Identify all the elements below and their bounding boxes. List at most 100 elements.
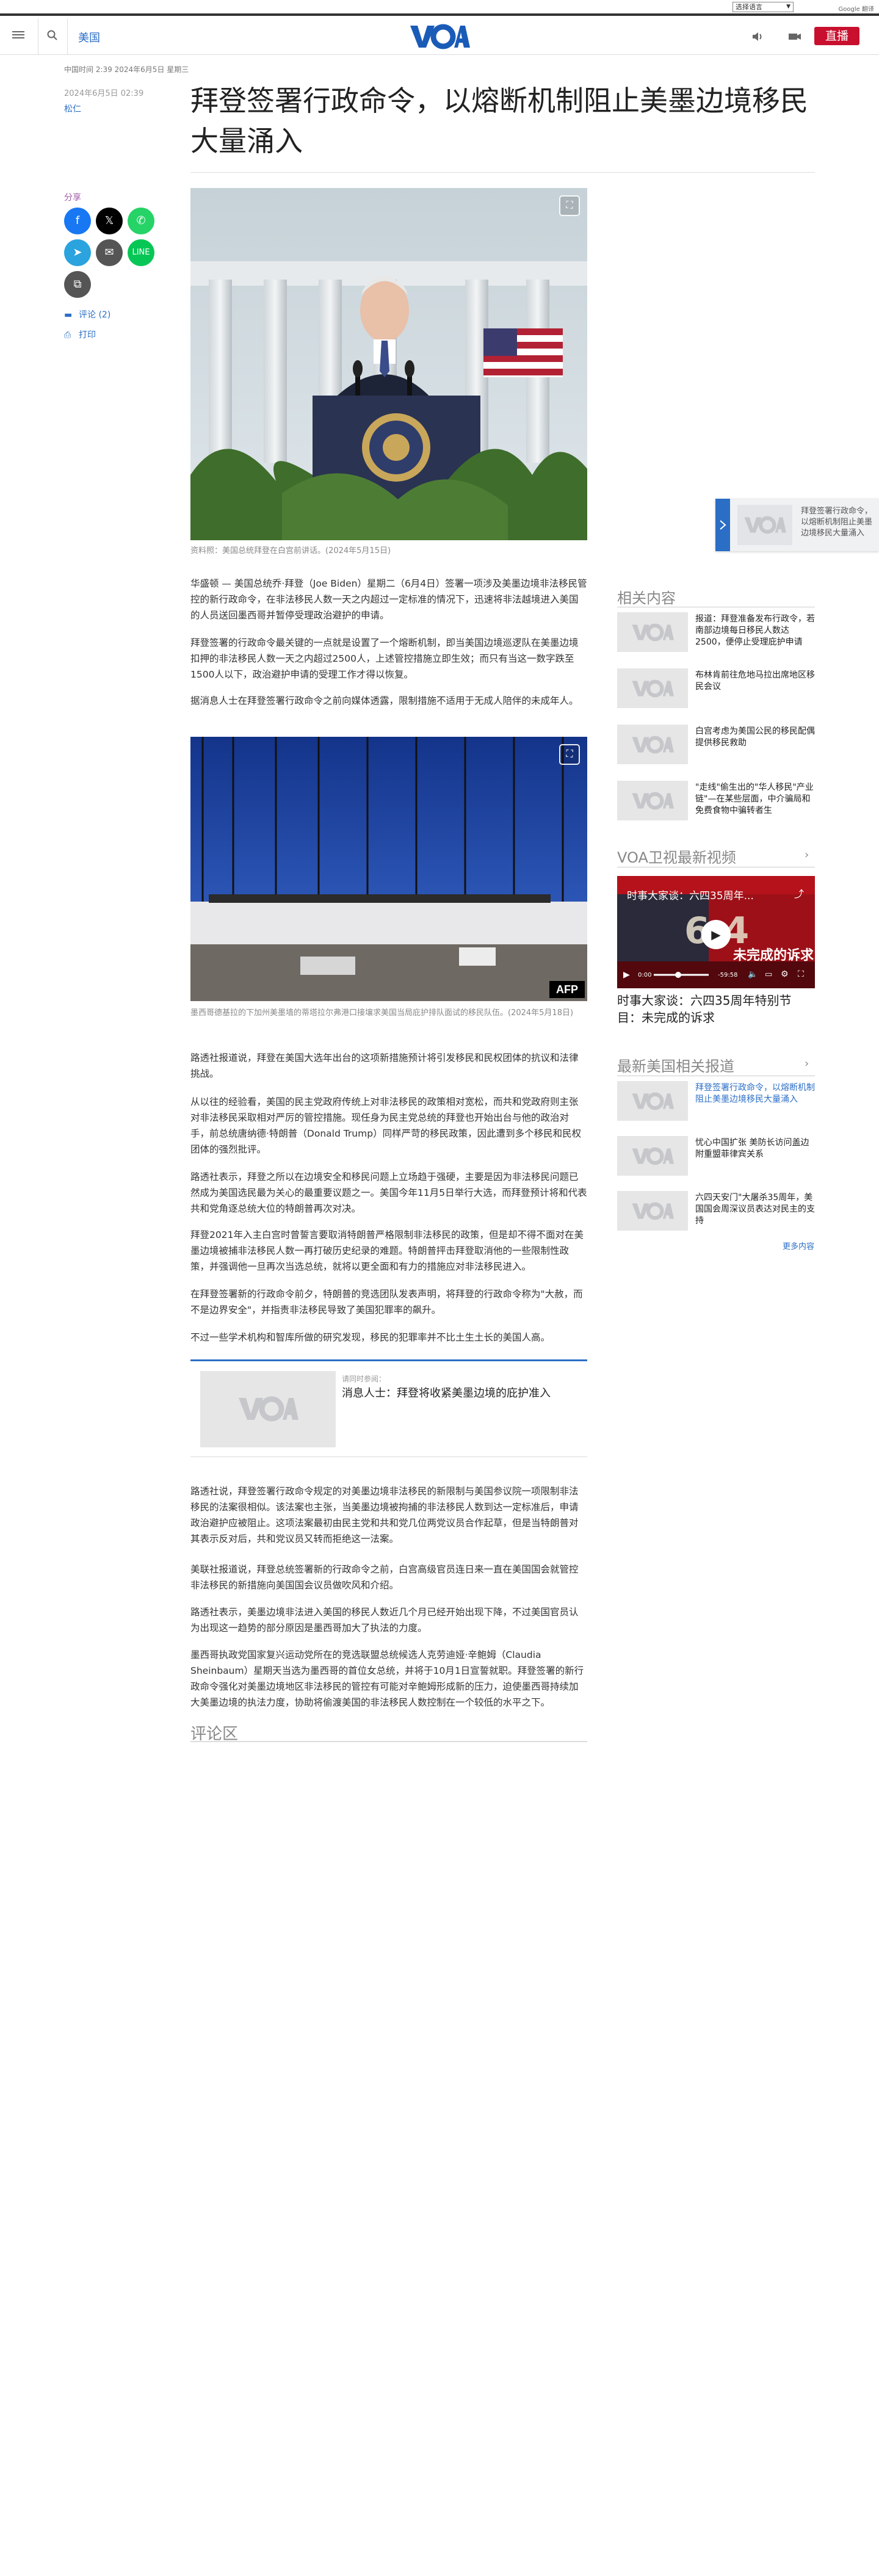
latest-item-title[interactable]: 六四天安门"大屠杀35周年，美国国会周深议员表达对民主的支持: [695, 1192, 815, 1227]
captions-icon[interactable]: ▭: [765, 970, 772, 979]
related-item[interactable]: 布林肯前往危地马拉出席地区移民会议: [617, 668, 815, 717]
article-paragraph: 墨西哥执政党国家复兴运动党所在的竞选联盟总统候选人克劳迪娅·辛鲍姆（Claudi…: [190, 1649, 584, 1708]
thumbnail: [617, 1191, 688, 1231]
comments-link[interactable]: ▬ 评论 (2): [64, 308, 110, 320]
latest-item-title[interactable]: 忧心中国扩张 美防长访问盖边附重盟菲律宾关系: [695, 1137, 815, 1160]
print-link-label: 打印: [79, 330, 96, 340]
local-time: 中国时间 2:39 2024年6月5日 星期三: [64, 65, 189, 74]
related-item-title[interactable]: "走线"偷生出的"华人移民"产业链"—在某些层面，中介骗局和免费食物中骗转者生: [695, 782, 815, 817]
chevron-right-icon[interactable]: ›: [805, 1057, 809, 1070]
expand-icon[interactable]: ⛶: [559, 195, 580, 216]
voa-logo[interactable]: [409, 23, 470, 50]
img2-caption: 墨西哥德基拉的下加州美墨墙的蒂塔拉尔弗港口接壤求美国当局庇护排队面试的移民队伍。…: [190, 1008, 574, 1018]
google-translate-credit[interactable]: Google 翻译: [839, 4, 874, 13]
whatsapp-icon: ✆: [136, 214, 146, 227]
publish-date: 2024年6月5日 02:39: [64, 89, 144, 98]
comments-link-label: 评论 (2): [79, 310, 111, 320]
related-item[interactable]: 报道：拜登准备发布行政令，若南部边境每日移民人数达2500，便停止受理庇护申请: [617, 612, 815, 661]
telegram-icon: ➤: [73, 246, 82, 259]
embed-label: 请同时参阅：: [342, 1375, 386, 1383]
thumbnail: [617, 668, 688, 708]
related-item[interactable]: 白宫考虑为美国公民的移民配偶提供移民救助: [617, 725, 815, 773]
chevron-down-icon: ▼: [786, 4, 790, 10]
email-icon: ✉: [104, 246, 114, 259]
article-paragraph: 据消息人士在拜登签署行政命令之前向媒体透露，限制措施不适用于无成人陪伴的未成年人…: [190, 695, 579, 706]
sticky-current-article[interactable]: 拜登签署行政命令，以熔断机制阻止美墨边境移民大量涌入: [715, 499, 879, 551]
whatsapp-share-button[interactable]: ✆: [128, 208, 154, 234]
section-link[interactable]: 美国: [78, 29, 100, 45]
latest-item[interactable]: 六四天安门"大屠杀35周年，美国国会周深议员表达对民主的支持: [617, 1191, 815, 1240]
thumbnail: [737, 505, 792, 545]
print-link[interactable]: ⎙ 打印: [64, 328, 96, 341]
facebook-icon: f: [75, 214, 80, 227]
page-title: 拜登签署行政命令，以熔断机制阻止美墨边境移民大量涌入: [190, 84, 808, 157]
top-strip: 选择语言 ▼ Google 翻译: [0, 0, 879, 16]
video-overlay-title: 时事大家谈：六四35周年...: [627, 890, 754, 902]
line-share-button[interactable]: LINE: [128, 239, 154, 266]
play-small-icon[interactable]: ▶: [623, 970, 630, 980]
embed-thumbnail: [200, 1371, 336, 1447]
x-icon: 𝕏: [104, 214, 114, 227]
thumbnail: [617, 612, 688, 652]
article-paragraph: 拜登签署的行政命令最关键的一点就是设置了一个熔断机制，即当美国边境巡逻队在美墨边…: [190, 637, 579, 680]
related-item[interactable]: "走线"偷生出的"华人移民"产业链"—在某些层面，中介骗局和免费食物中骗转者生: [617, 781, 815, 830]
article-paragraph: 路透社报道说，拜登在美国大选年出台的这项新措施预计将引发移民和民权团体的抗议和法…: [190, 1052, 579, 1079]
copy-link-button[interactable]: ⧉: [64, 271, 91, 298]
latest-item[interactable]: 忧心中国扩张 美防长访问盖边附重盟菲律宾关系: [617, 1136, 815, 1185]
language-select[interactable]: 选择语言 ▼: [733, 2, 794, 12]
audio-icon[interactable]: [751, 29, 765, 44]
play-icon[interactable]: ▶: [701, 920, 731, 949]
more-link[interactable]: 更多内容: [783, 1240, 814, 1251]
article-paragraph: 从以往的经验看，美国的民主党政府传统上对非法移民的政策相对宽松，而共和党政府则主…: [190, 1096, 582, 1155]
thumbnail: [617, 725, 688, 764]
svg-text:AFP: AFP: [556, 983, 578, 996]
sticky-accent: [715, 499, 730, 551]
latest-title[interactable]: 最新美国相关报道: [617, 1054, 734, 1076]
latest-item-title[interactable]: 拜登签署行政命令，以熔断机制阻止美墨边境移民大量涌入: [695, 1082, 815, 1105]
sticky-title: 拜登签署行政命令，以熔断机制阻止美墨边境移民大量涌入: [801, 507, 873, 538]
settings-icon[interactable]: ⚙: [781, 969, 789, 979]
video-banner-text: 未完成的诉求: [733, 948, 814, 963]
print-icon: ⎙: [64, 330, 71, 340]
video-player[interactable]: 6.4 时事大家谈：六四35周年... ⤴ 未完成的诉求 ▶ ▶ 0:00 -5…: [617, 876, 815, 988]
telegram-share-button[interactable]: ➤: [64, 239, 91, 266]
latest-item[interactable]: 拜登签署行政命令，以熔断机制阻止美墨边境移民大量涌入: [617, 1081, 815, 1130]
related-item-title[interactable]: 白宫考虑为美国公民的移民配偶提供移民救助: [695, 726, 815, 749]
share-label: 分享: [64, 193, 81, 203]
video-title[interactable]: 时事大家谈：六四35周年特别节目：未完成的诉求: [617, 992, 815, 1026]
expand-icon[interactable]: ⛶: [559, 744, 580, 765]
thumbnail: [617, 1136, 688, 1176]
embed-title[interactable]: 消息人士：拜登将收紧美墨边境的庇护准入: [342, 1384, 551, 1400]
share-icon[interactable]: ⤴: [794, 886, 804, 900]
thumbnail: [617, 781, 688, 820]
volume-icon[interactable]: 🔈: [748, 970, 758, 979]
video-icon[interactable]: [787, 29, 802, 44]
total-time: -59:58: [718, 972, 738, 979]
comment-icon: ▬: [64, 310, 73, 320]
live-button[interactable]: 直播: [814, 27, 859, 45]
article-paragraph: 华盛顿 — 美国总统乔·拜登（Joe Biden）星期二（6月4日）签署一项涉及…: [190, 578, 587, 621]
menu-icon[interactable]: [12, 29, 24, 42]
line-icon: LINE: [132, 248, 150, 257]
article-paragraph: 美联社报道说，拜登总统签署新的行政命令之前，白宫高级官员连日来一直在美国国会就管…: [190, 1564, 579, 1591]
related-item-title[interactable]: 布林肯前往危地马拉出席地区移民会议: [695, 670, 815, 693]
email-share-button[interactable]: ✉: [96, 239, 123, 266]
fullscreen-icon[interactable]: ⛶: [798, 969, 804, 979]
language-select-label: 选择语言: [736, 3, 762, 11]
divider: [190, 1741, 587, 1742]
copy-icon: ⧉: [73, 278, 82, 291]
related-title: 相关内容: [617, 590, 676, 607]
related-item-title[interactable]: 报道：拜登准备发布行政令，若南部边境每日移民人数达2500，便停止受理庇护申请: [695, 613, 815, 648]
article-paragraph: 路透社说，拜登签署行政命令规定的对美墨边境非法移民的新限制与美国参议院一项限制非…: [190, 1486, 579, 1544]
divider: [67, 18, 68, 55]
search-icon[interactable]: [46, 29, 59, 42]
video-section-title[interactable]: VOA卫视最新视频: [617, 845, 736, 867]
related-embed[interactable]: 请同时参阅： 消息人士：拜登将收紧美墨边境的庇护准入: [190, 1359, 587, 1457]
x-share-button[interactable]: 𝕏: [96, 208, 123, 234]
hero-caption: 资料照：美国总统拜登在白宫前讲话。(2024年5月15日): [190, 546, 391, 555]
author-link[interactable]: 松仁: [64, 103, 81, 115]
article-paragraph: 拜登2021年入主白宫时曾誓言要取消特朗普严格限制非法移民的政策，但是却不得不面…: [190, 1229, 584, 1272]
thumbnail: [617, 1081, 688, 1121]
facebook-share-button[interactable]: f: [64, 208, 91, 234]
chevron-right-icon[interactable]: ›: [805, 848, 809, 861]
